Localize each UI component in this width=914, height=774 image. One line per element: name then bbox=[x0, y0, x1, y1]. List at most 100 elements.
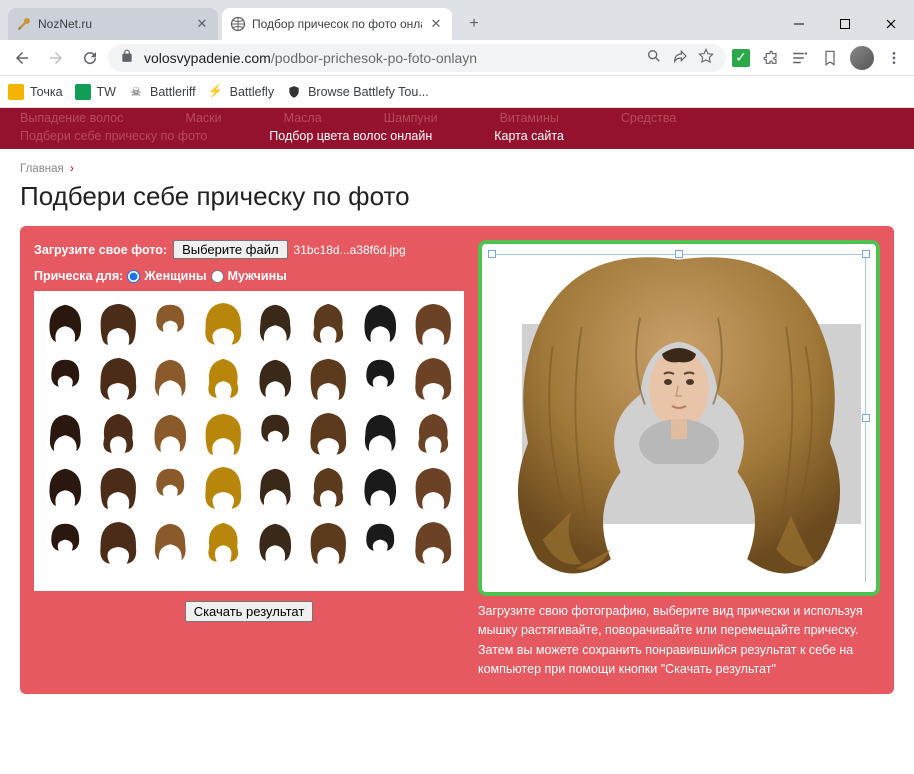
nav-item[interactable]: Подбор цвета волос онлайн bbox=[269, 129, 432, 143]
extension-icons: ✓ bbox=[728, 46, 908, 70]
choose-file-button[interactable]: Выберите файл bbox=[173, 240, 287, 259]
hairstyle-thumb[interactable] bbox=[95, 409, 142, 458]
radio-men[interactable] bbox=[211, 270, 224, 283]
hairstyle-thumb[interactable] bbox=[95, 463, 142, 512]
nav-item[interactable]: Средства bbox=[621, 111, 676, 125]
browser-titlebar: NozNet.ru ✕ Подбор причесок по фото онла… bbox=[0, 0, 914, 40]
hairstyle-thumb[interactable] bbox=[252, 299, 299, 348]
hairstyle-thumb[interactable] bbox=[305, 409, 352, 458]
back-button[interactable] bbox=[6, 42, 38, 74]
shield-icon bbox=[286, 84, 302, 100]
hairstyle-thumb[interactable] bbox=[305, 299, 352, 348]
hairstyle-thumb[interactable] bbox=[95, 299, 142, 348]
share-icon[interactable] bbox=[672, 48, 688, 67]
upload-label: Загрузите свое фото: bbox=[34, 243, 167, 257]
ext-bookmark-icon[interactable] bbox=[820, 48, 840, 68]
minimize-button[interactable] bbox=[776, 8, 822, 40]
search-icon[interactable] bbox=[646, 48, 662, 67]
profile-avatar[interactable] bbox=[850, 46, 874, 70]
close-icon[interactable]: ✕ bbox=[194, 16, 210, 32]
preview-canvas[interactable] bbox=[478, 240, 880, 596]
hairstyle-thumb[interactable] bbox=[95, 518, 142, 567]
hairstyle-thumb[interactable] bbox=[200, 354, 247, 403]
bookmarks-bar: Точка TW ☠ Battleriff ⚡ Battlefly Browse… bbox=[0, 76, 914, 108]
ext-puzzle-icon[interactable] bbox=[760, 48, 780, 68]
tab-noznet[interactable]: NozNet.ru ✕ bbox=[8, 8, 218, 40]
wrench-icon bbox=[16, 16, 32, 32]
bookmark-label: TW bbox=[97, 85, 116, 99]
preview-column: Загрузите свою фотографию, выберите вид … bbox=[478, 240, 880, 680]
bookmark-label: Battlefly bbox=[230, 85, 274, 99]
hairstyle-thumb[interactable] bbox=[200, 299, 247, 348]
hairstyle-thumb[interactable] bbox=[42, 463, 89, 512]
folder-icon bbox=[8, 84, 24, 100]
hairstyle-thumb[interactable] bbox=[305, 463, 352, 512]
hairstyle-thumb[interactable] bbox=[42, 518, 89, 567]
hairstyle-thumb[interactable] bbox=[410, 409, 457, 458]
tool-panel: Загрузите свое фото: Выберите файл 31bc1… bbox=[20, 226, 894, 694]
star-icon[interactable] bbox=[698, 48, 714, 67]
hairstyle-thumb[interactable] bbox=[305, 518, 352, 567]
hairstyle-overlay[interactable] bbox=[494, 250, 864, 588]
hairstyle-thumb[interactable] bbox=[200, 409, 247, 458]
sheets-icon bbox=[75, 84, 91, 100]
hairstyle-thumb[interactable] bbox=[252, 463, 299, 512]
bookmark-battlefly[interactable]: ⚡ Battlefly bbox=[208, 84, 274, 100]
hairstyle-thumb[interactable] bbox=[357, 463, 404, 512]
ext-list-icon[interactable] bbox=[790, 48, 810, 68]
hairstyle-thumb[interactable] bbox=[147, 354, 194, 403]
hairstyle-thumb[interactable] bbox=[147, 518, 194, 567]
radio-women[interactable] bbox=[127, 270, 140, 283]
download-button[interactable]: Скачать результат bbox=[185, 601, 314, 622]
bookmark-tw[interactable]: TW bbox=[75, 84, 116, 100]
bookmark-tochka[interactable]: Точка bbox=[8, 84, 63, 100]
reload-button[interactable] bbox=[74, 42, 106, 74]
nav-item[interactable]: Шампуни bbox=[384, 111, 438, 125]
forward-button[interactable] bbox=[40, 42, 72, 74]
hairstyle-thumb[interactable] bbox=[410, 463, 457, 512]
nav-item[interactable]: Витамины bbox=[500, 111, 559, 125]
hairstyle-thumb[interactable] bbox=[252, 354, 299, 403]
hairstyle-thumb[interactable] bbox=[147, 299, 194, 348]
nav-item[interactable]: Подбери себе прическу по фото bbox=[20, 129, 207, 143]
radio-women-label[interactable]: Женщины bbox=[144, 269, 206, 283]
close-icon[interactable]: ✕ bbox=[428, 16, 444, 32]
hairstyle-thumb[interactable] bbox=[200, 518, 247, 567]
radio-men-label[interactable]: Мужчины bbox=[228, 269, 287, 283]
tab-strip: NozNet.ru ✕ Подбор причесок по фото онла… bbox=[0, 0, 776, 40]
nav-item[interactable]: Карта сайта bbox=[494, 129, 564, 143]
hairstyle-thumb[interactable] bbox=[357, 299, 404, 348]
close-button[interactable] bbox=[868, 8, 914, 40]
menu-icon[interactable] bbox=[884, 48, 904, 68]
hairstyle-thumb[interactable] bbox=[147, 409, 194, 458]
hairstyle-picker[interactable] bbox=[34, 291, 464, 591]
hairstyle-thumb[interactable] bbox=[42, 409, 89, 458]
hairstyle-thumb[interactable] bbox=[200, 463, 247, 512]
breadcrumb-home[interactable]: Главная bbox=[20, 163, 64, 175]
hairstyle-thumb[interactable] bbox=[410, 299, 457, 348]
hairstyle-thumb[interactable] bbox=[252, 518, 299, 567]
hairstyle-thumb[interactable] bbox=[305, 354, 352, 403]
hairstyle-thumb[interactable] bbox=[42, 354, 89, 403]
hairstyle-thumb[interactable] bbox=[357, 518, 404, 567]
nav-item[interactable]: Масла bbox=[284, 111, 322, 125]
hairstyle-thumb[interactable] bbox=[410, 354, 457, 403]
hairstyle-thumb[interactable] bbox=[357, 409, 404, 458]
bookmark-battleriff[interactable]: ☠ Battleriff bbox=[128, 84, 196, 100]
bookmark-battlefy-tour[interactable]: Browse Battlefy Tou... bbox=[286, 84, 429, 100]
hairstyle-thumb[interactable] bbox=[252, 409, 299, 458]
hairstyle-thumb[interactable] bbox=[357, 354, 404, 403]
new-tab-button[interactable]: + bbox=[460, 10, 488, 38]
hairstyle-thumb[interactable] bbox=[95, 354, 142, 403]
address-bar[interactable]: volosvypadenie.com/podbor-prichesok-po-f… bbox=[108, 44, 726, 72]
breadcrumb: Главная › bbox=[20, 163, 894, 175]
nav-item[interactable]: Выпадение волос bbox=[20, 111, 123, 125]
tab-active[interactable]: Подбор причесок по фото онла ✕ bbox=[222, 8, 452, 40]
maximize-button[interactable] bbox=[822, 8, 868, 40]
nav-item[interactable]: Маски bbox=[185, 111, 221, 125]
hairstyle-thumb[interactable] bbox=[410, 518, 457, 567]
hairstyle-thumb[interactable] bbox=[42, 299, 89, 348]
window-controls bbox=[776, 8, 914, 40]
ext-check-icon[interactable]: ✓ bbox=[732, 49, 750, 67]
hairstyle-thumb[interactable] bbox=[147, 463, 194, 512]
